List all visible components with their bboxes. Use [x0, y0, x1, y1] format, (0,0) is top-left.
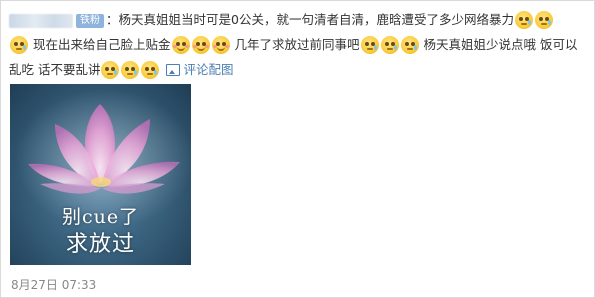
sad-emoji-icon [380, 35, 399, 54]
smile-emoji-icon [171, 35, 190, 54]
comment-timestamp: 8月27日 07:33 [11, 278, 97, 292]
sad-emoji-icon [10, 35, 28, 54]
comment-text-part-3: 几年了求放过前同事吧 [234, 37, 360, 52]
smile-emoji-icon [211, 35, 230, 54]
comment-card: 铁粉 ：杨天真姐姐当时可是0公关，就一句清者自清，鹿晗遭受了多少网络暴力 现在出来… [0, 0, 595, 298]
sad-emoji-icon [360, 35, 379, 54]
sad-emoji-icon [141, 60, 160, 79]
sad-emoji-icon [514, 10, 533, 29]
sad-emoji-icon [101, 60, 120, 79]
picture-icon [166, 63, 181, 76]
comment-body: 铁粉 ：杨天真姐姐当时可是0公关，就一句清者自清，鹿晗遭受了多少网络暴力 现在出来… [9, 7, 589, 82]
sad-emoji-icon [534, 10, 553, 29]
image-caption-line-2: 求放过 [65, 232, 135, 257]
sad-emoji-icon [400, 35, 419, 54]
sad-emoji-icon [121, 60, 140, 79]
view-picture-label: 评论配图 [183, 62, 234, 77]
image-caption-line-1: 别cue了 [61, 206, 140, 228]
username-blurred[interactable] [9, 13, 73, 28]
smile-emoji-icon [191, 35, 210, 54]
comment-image[interactable]: 别cue了 求放过 [10, 84, 191, 265]
comment-text-part-2: 现在出来给自己脸上贴金 [32, 37, 171, 52]
fan-badge: 铁粉 [76, 13, 104, 28]
comment-text-part-1: ：杨天真姐姐当时可是0公关，就一句清者自清，鹿晗遭受了多少网络暴力 [106, 12, 514, 27]
view-picture-link[interactable]: 评论配图 [166, 62, 234, 77]
